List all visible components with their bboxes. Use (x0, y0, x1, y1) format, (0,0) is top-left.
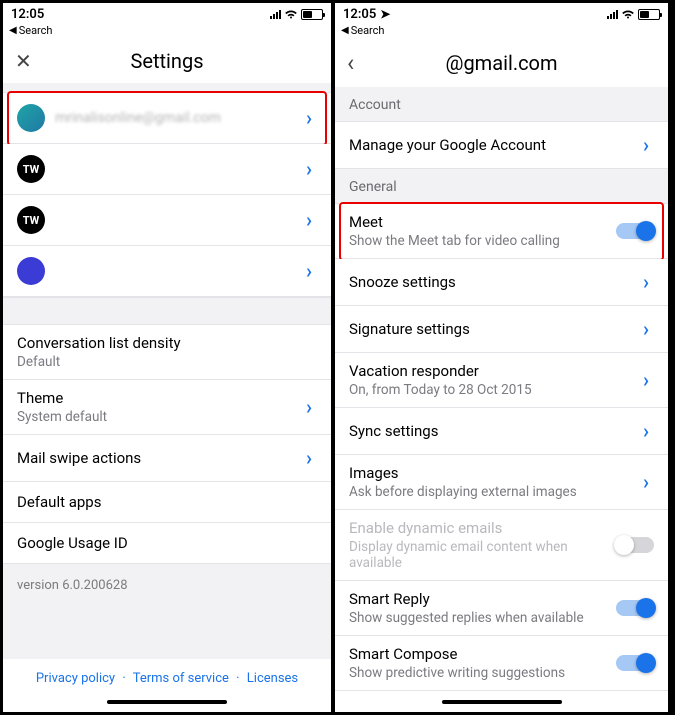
status-bar: 12:05 (3, 3, 331, 23)
chevron-right-icon: › (301, 259, 317, 283)
meet-row[interactable]: Meet Show the Meet tab for video calling (335, 204, 668, 259)
default-apps-row[interactable]: Default apps (3, 482, 331, 523)
account-row-1[interactable]: TW › (3, 144, 331, 195)
back-icon[interactable]: ‹ (347, 51, 354, 75)
home-indicator (335, 692, 668, 712)
close-icon[interactable]: ✕ (15, 51, 32, 71)
status-time: 12:05 (11, 7, 44, 22)
chevron-right-icon: › (301, 446, 317, 470)
settings-screen: 12:05 ◀ Search ✕ Settings mrinalisonline… (3, 3, 335, 712)
account-settings-screen: 12:05 ➤ ◀ Search ‹ @gmail.com Account Ma… (335, 3, 668, 712)
avatar: TW (17, 206, 45, 234)
manage-account-row[interactable]: Manage your Google Account › (335, 122, 668, 169)
section-general: General (335, 169, 668, 204)
chevron-right-icon: › (638, 470, 654, 494)
chevron-right-icon: › (638, 133, 654, 157)
dynamic-toggle (616, 537, 654, 553)
chevron-right-icon: › (638, 368, 654, 392)
mail-swipe-row[interactable]: Mail swipe actions › (3, 435, 331, 482)
battery-icon (301, 9, 323, 20)
smart-compose-row[interactable]: Smart Compose Show predictive writing su… (335, 636, 668, 691)
chevron-right-icon: › (638, 270, 654, 294)
location-icon: ➤ (380, 7, 390, 21)
section-account: Account (335, 87, 668, 122)
footer-links: Privacy policy · Terms of service · Lice… (3, 659, 331, 692)
smart-compose-toggle[interactable] (616, 655, 654, 671)
chevron-right-icon: › (301, 157, 317, 181)
status-bar: 12:05 ➤ (335, 3, 668, 23)
status-time: 12:05 (343, 7, 376, 22)
chevron-right-icon: › (301, 208, 317, 232)
back-triangle-icon: ◀ (9, 25, 17, 36)
account-row-2[interactable]: TW › (3, 195, 331, 246)
avatar: TW (17, 155, 45, 183)
header: ‹ @gmail.com (335, 41, 668, 87)
licenses-link[interactable]: Licenses (247, 671, 298, 686)
back-label: Search (351, 24, 385, 37)
terms-link[interactable]: Terms of service (133, 671, 229, 686)
sync-row[interactable]: Sync settings › (335, 408, 668, 455)
page-title: Settings (3, 49, 331, 73)
back-to-search[interactable]: ◀ Search (335, 23, 668, 41)
usage-id-row[interactable]: Google Usage ID (3, 523, 331, 564)
header: ✕ Settings (3, 41, 331, 83)
chevron-right-icon: › (301, 395, 317, 419)
smart-reply-toggle[interactable] (616, 600, 654, 616)
signal-icon (607, 10, 618, 19)
snooze-row[interactable]: Snooze settings › (335, 259, 668, 306)
account-row-0[interactable]: mrinalisonline@gmail.com › (3, 93, 331, 144)
signature-row[interactable]: Signature settings › (335, 306, 668, 353)
avatar (17, 257, 45, 285)
version-label: version 6.0.200628 (3, 564, 331, 659)
smart-reply-row[interactable]: Smart Reply Show suggested replies when … (335, 581, 668, 636)
battery-icon (638, 9, 660, 20)
back-label: Search (19, 24, 53, 37)
account-row-3[interactable]: › (3, 246, 331, 297)
images-row[interactable]: Images Ask before displaying external im… (335, 455, 668, 510)
vacation-row[interactable]: Vacation responder On, from Today to 28 … (335, 353, 668, 408)
theme-row[interactable]: Theme System default › (3, 380, 331, 435)
page-title: @gmail.com (335, 51, 668, 75)
conversation-density-row[interactable]: Conversation list density Default (3, 325, 331, 380)
meet-toggle[interactable] (616, 223, 654, 239)
chevron-right-icon: › (638, 419, 654, 443)
wifi-icon (621, 9, 635, 20)
wifi-icon (284, 9, 298, 20)
back-to-search[interactable]: ◀ Search (3, 23, 331, 41)
signal-icon (270, 10, 281, 19)
home-indicator (3, 692, 331, 712)
chevron-right-icon: › (301, 106, 317, 130)
dynamic-emails-row: Enable dynamic emails Display dynamic em… (335, 510, 668, 581)
chevron-right-icon: › (638, 317, 654, 341)
back-triangle-icon: ◀ (341, 25, 349, 36)
avatar (17, 104, 45, 132)
privacy-link[interactable]: Privacy policy (36, 671, 115, 686)
account-email: mrinalisonline@gmail.com (55, 110, 291, 126)
